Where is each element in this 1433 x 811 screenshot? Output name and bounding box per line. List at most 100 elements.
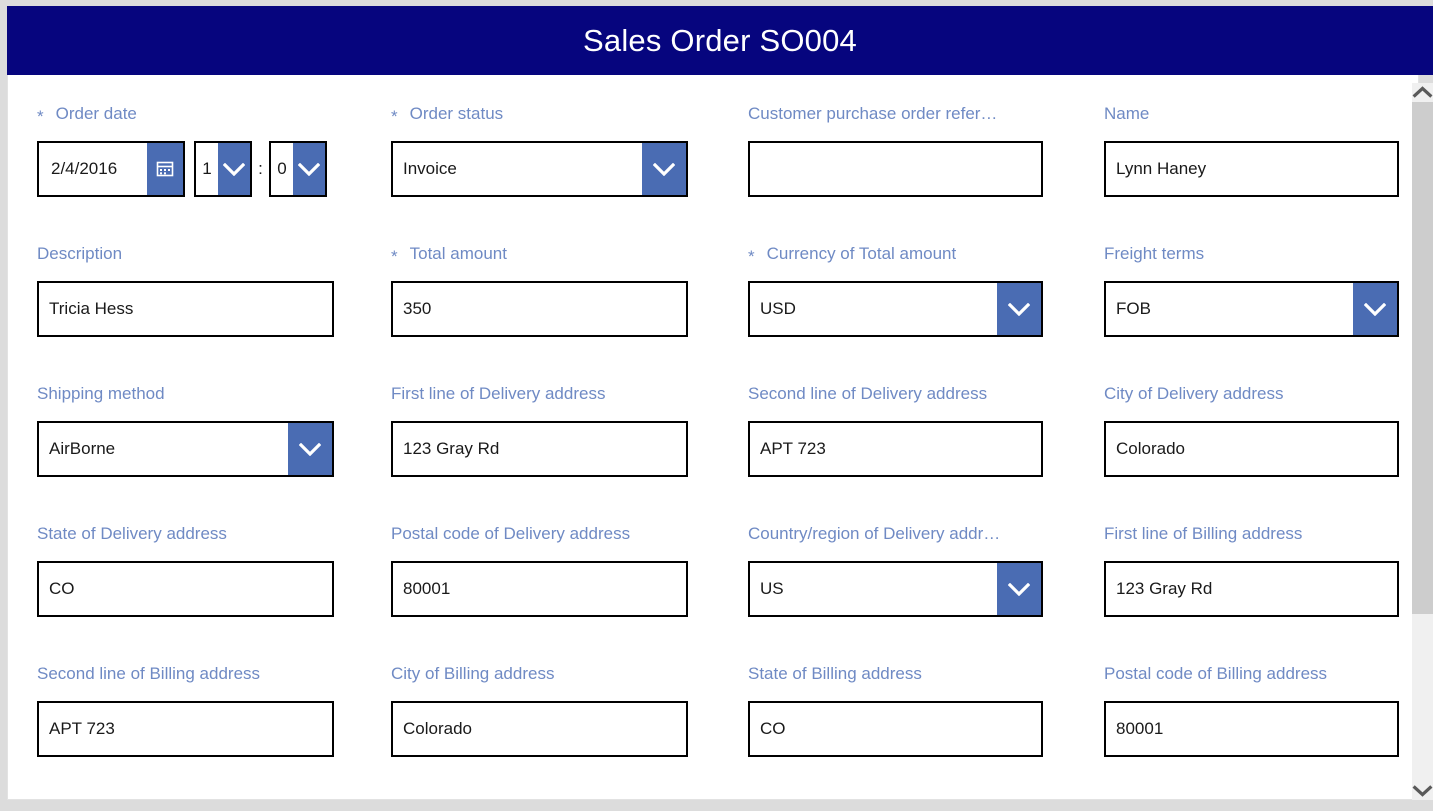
label-text: State of Billing address bbox=[748, 664, 922, 683]
input-second-line-of-delivery-address[interactable]: APT 723 bbox=[748, 421, 1043, 477]
control-freight-terms: FOB bbox=[1104, 281, 1399, 337]
field-second-line-of-delivery-address: Second line of Delivery address APT 723 bbox=[748, 355, 1043, 477]
input-city-of-delivery-address[interactable]: Colorado bbox=[1104, 421, 1399, 477]
select-currency-of-total-amount[interactable]: USD bbox=[748, 281, 1043, 337]
hour-dropdown[interactable]: 1 bbox=[194, 141, 252, 197]
input-state-of-delivery-address[interactable]: CO bbox=[37, 561, 334, 617]
select-value: Invoice bbox=[403, 159, 457, 178]
input-second-line-of-billing-address[interactable]: APT 723 bbox=[37, 701, 334, 757]
input-customer-purchase-order-reference[interactable] bbox=[748, 141, 1043, 197]
time-separator: : bbox=[258, 159, 263, 178]
input-value: 123 Gray Rd bbox=[1116, 579, 1213, 598]
vertical-scrollbar[interactable] bbox=[1412, 83, 1433, 800]
select-order-status[interactable]: Invoice bbox=[391, 141, 688, 197]
chevron-down-icon[interactable] bbox=[288, 423, 332, 475]
form-row: Shipping method AirBorne First line of Del… bbox=[8, 355, 1418, 495]
input-value: Lynn Haney bbox=[1116, 159, 1207, 178]
control-order-date: 2/4/2016 1:0 bbox=[37, 141, 334, 197]
control-order-status: Invoice bbox=[391, 141, 688, 197]
select-shipping-method[interactable]: AirBorne bbox=[37, 421, 334, 477]
field-city-of-billing-address: City of Billing address Colorado bbox=[391, 635, 688, 757]
chevron-down-icon[interactable] bbox=[997, 283, 1041, 335]
chevron-down-icon[interactable] bbox=[218, 143, 250, 195]
chevron-down-icon[interactable] bbox=[293, 143, 325, 195]
field-first-line-of-billing-address: First line of Billing address 123 Gray Rd bbox=[1104, 495, 1399, 617]
input-state-of-billing-address[interactable]: CO bbox=[748, 701, 1043, 757]
form-grid: * Order date 2/4/2016 1:0 * Order status Invoi… bbox=[8, 75, 1418, 775]
minute-dropdown[interactable]: 0 bbox=[269, 141, 327, 197]
control-city-of-billing-address: Colorado bbox=[391, 701, 688, 757]
chevron-down-icon[interactable] bbox=[642, 143, 686, 195]
label-shipping-method: Shipping method bbox=[37, 383, 334, 405]
field-state-of-billing-address: State of Billing address CO bbox=[748, 635, 1043, 757]
input-value: CO bbox=[760, 719, 786, 738]
field-city-of-delivery-address: City of Delivery address Colorado bbox=[1104, 355, 1399, 477]
label-text: Customer purchase order refer… bbox=[748, 104, 998, 123]
control-second-line-of-delivery-address: APT 723 bbox=[748, 421, 1043, 477]
input-city-of-billing-address[interactable]: Colorado bbox=[391, 701, 688, 757]
minute-value: 0 bbox=[277, 159, 287, 178]
required-marker: * bbox=[391, 246, 398, 265]
input-value: 80001 bbox=[1116, 719, 1164, 738]
page-title: Sales Order SO004 bbox=[583, 23, 857, 58]
field-order-date: * Order date 2/4/2016 1:0 bbox=[37, 75, 334, 197]
label-text: Description bbox=[37, 244, 123, 263]
form-surface: * Order date 2/4/2016 1:0 * Order status Invoi… bbox=[7, 75, 1419, 800]
label-text: Total amount bbox=[409, 244, 507, 263]
input-description[interactable]: Tricia Hess bbox=[37, 281, 334, 337]
label-text: City of Delivery address bbox=[1104, 384, 1284, 403]
label-postal-code-of-delivery-address: Postal code of Delivery address bbox=[391, 523, 688, 545]
input-value: Tricia Hess bbox=[49, 299, 134, 318]
label-first-line-of-billing-address: First line of Billing address bbox=[1104, 523, 1399, 545]
calendar-icon[interactable] bbox=[147, 143, 183, 195]
input-postal-code-of-delivery-address[interactable]: 80001 bbox=[391, 561, 688, 617]
date-input-order-date[interactable]: 2/4/2016 bbox=[37, 141, 185, 197]
label-text: Name bbox=[1104, 104, 1150, 123]
label-text: State of Delivery address bbox=[37, 524, 227, 543]
field-name: Name Lynn Haney bbox=[1104, 75, 1399, 197]
label-currency-of-total-amount: * Currency of Total amount bbox=[748, 243, 1043, 265]
input-postal-code-of-billing-address[interactable]: 80001 bbox=[1104, 701, 1399, 757]
input-value: Colorado bbox=[403, 719, 472, 738]
scroll-down-arrow-icon[interactable] bbox=[1412, 781, 1433, 800]
form-row: * Order date 2/4/2016 1:0 * Order status Invoi… bbox=[8, 75, 1418, 215]
field-shipping-method: Shipping method AirBorne bbox=[37, 355, 334, 477]
control-first-line-of-billing-address: 123 Gray Rd bbox=[1104, 561, 1399, 617]
chevron-down-icon[interactable] bbox=[1353, 283, 1397, 335]
hour-value: 1 bbox=[202, 159, 212, 178]
field-order-status: * Order status Invoice bbox=[391, 75, 688, 197]
input-name[interactable]: Lynn Haney bbox=[1104, 141, 1399, 197]
chevron-down-icon[interactable] bbox=[997, 563, 1041, 615]
input-first-line-of-billing-address[interactable]: 123 Gray Rd bbox=[1104, 561, 1399, 617]
label-text: Order status bbox=[409, 104, 504, 123]
label-state-of-delivery-address: State of Delivery address bbox=[37, 523, 334, 545]
select-country-region-of-delivery-address[interactable]: US bbox=[748, 561, 1043, 617]
select-value: USD bbox=[760, 299, 796, 318]
field-customer-purchase-order-reference: Customer purchase order refer… bbox=[748, 75, 1043, 197]
required-marker: * bbox=[748, 246, 755, 265]
input-value: APT 723 bbox=[760, 439, 826, 458]
input-value: 350 bbox=[403, 299, 432, 318]
label-freight-terms: Freight terms bbox=[1104, 243, 1399, 265]
label-postal-code-of-billing-address: Postal code of Billing address bbox=[1104, 663, 1399, 685]
label-text: Currency of Total amount bbox=[766, 244, 957, 263]
control-customer-purchase-order-reference bbox=[748, 141, 1043, 197]
select-value: US bbox=[760, 579, 784, 598]
input-value: 80001 bbox=[403, 579, 451, 598]
label-text: Postal code of Billing address bbox=[1104, 664, 1328, 683]
scrollbar-thumb[interactable] bbox=[1412, 102, 1433, 614]
label-text: Second line of Delivery address bbox=[748, 384, 988, 403]
label-first-line-of-delivery-address: First line of Delivery address bbox=[391, 383, 688, 405]
control-description: Tricia Hess bbox=[37, 281, 334, 337]
input-first-line-of-delivery-address[interactable]: 123 Gray Rd bbox=[391, 421, 688, 477]
scrollbar-track[interactable] bbox=[1412, 102, 1433, 781]
scroll-up-arrow-icon[interactable] bbox=[1412, 83, 1433, 102]
field-first-line-of-delivery-address: First line of Delivery address 123 Gray R… bbox=[391, 355, 688, 477]
field-total-amount: * Total amount 350 bbox=[391, 215, 688, 337]
control-shipping-method: AirBorne bbox=[37, 421, 334, 477]
input-total-amount[interactable]: 350 bbox=[391, 281, 688, 337]
required-marker: * bbox=[37, 106, 44, 125]
control-city-of-delivery-address: Colorado bbox=[1104, 421, 1399, 477]
control-postal-code-of-billing-address: 80001 bbox=[1104, 701, 1399, 757]
select-freight-terms[interactable]: FOB bbox=[1104, 281, 1399, 337]
